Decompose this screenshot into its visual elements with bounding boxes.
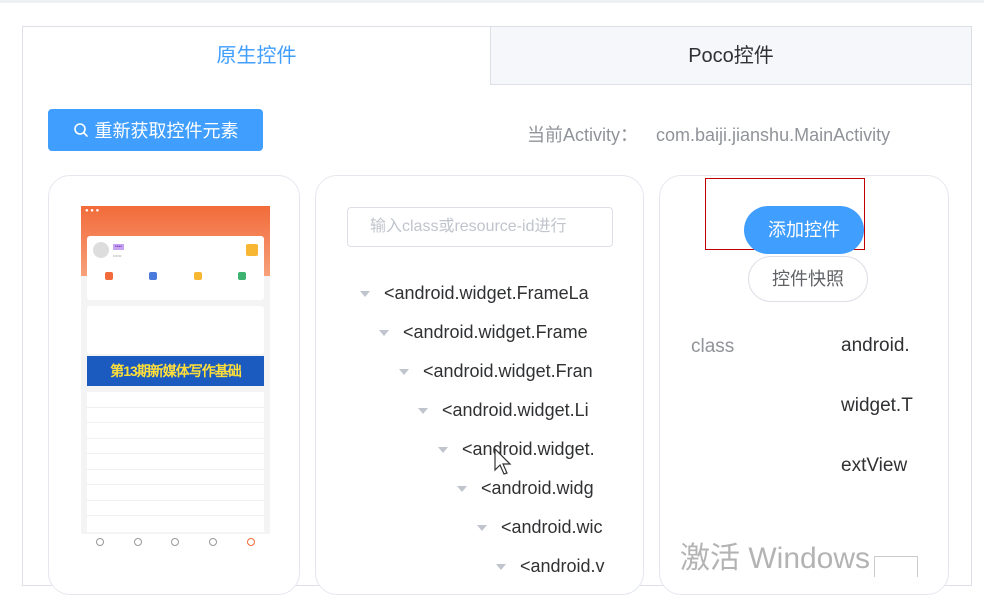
tab-bar: 原生控件 Poco控件 bbox=[23, 27, 971, 86]
phone-like-icon bbox=[193, 272, 202, 280]
element-detail-card: 添加控件 控件快照 class android.widget.TextView bbox=[659, 175, 949, 595]
caret-down-icon[interactable] bbox=[360, 291, 370, 298]
phone-tab-icon bbox=[171, 538, 180, 546]
tree-node-label: <android.widget. bbox=[462, 439, 595, 459]
tab-poco-widgets[interactable]: Poco控件 bbox=[490, 27, 971, 85]
phone-list-item bbox=[87, 454, 264, 470]
phone-shortcut-icons bbox=[87, 272, 264, 280]
tree-node[interactable]: <android.widget.FrameLa bbox=[360, 280, 589, 307]
tree-node[interactable]: <android.widget.Frame bbox=[379, 318, 588, 346]
tree-node[interactable]: <android.widget. bbox=[438, 435, 595, 463]
phone-list-item bbox=[87, 501, 264, 516]
search-icon bbox=[73, 123, 88, 137]
phone-user-subtitle: •••••• bbox=[113, 253, 122, 258]
phone-list-item bbox=[87, 423, 264, 439]
widget-snapshot-button[interactable]: 控件快照 bbox=[748, 256, 868, 302]
phone-list-item bbox=[87, 485, 264, 501]
caret-down-icon[interactable] bbox=[399, 369, 409, 376]
caret-down-icon[interactable] bbox=[457, 486, 467, 493]
element-tree: <android.widget.FrameLa <android.widget.… bbox=[316, 280, 613, 594]
add-widget-button[interactable]: 添加控件 bbox=[744, 206, 864, 254]
phone-tab-icon bbox=[209, 538, 218, 546]
tree-node-label: <android.widget.FrameLa bbox=[384, 283, 589, 303]
phone-tab-icon bbox=[247, 538, 256, 546]
tree-node-label: <android.widg bbox=[481, 478, 594, 498]
phone-post-icon bbox=[149, 272, 158, 280]
activate-windows-watermark: 激活 Windows bbox=[680, 542, 871, 575]
phone-menu-list bbox=[87, 392, 264, 532]
phone-list-item bbox=[87, 470, 264, 485]
activity-value: com.baiji.jianshu.MainActivity bbox=[656, 125, 891, 145]
phone-gift-icon bbox=[246, 244, 258, 256]
phone-username: •••• bbox=[113, 244, 125, 250]
tree-node-label: <android.widget.Frame bbox=[403, 322, 588, 342]
phone-list-item bbox=[87, 439, 264, 454]
element-tree-card: 输入class或resource-id进行 <android.widget.Fr… bbox=[315, 175, 644, 595]
tree-node-label: <android.v bbox=[520, 556, 605, 576]
phone-avatar bbox=[93, 242, 109, 258]
tree-node[interactable]: <android.widget.Fran bbox=[399, 357, 593, 385]
tree-node-label: <android.wic bbox=[501, 517, 603, 537]
caret-down-icon[interactable] bbox=[496, 564, 506, 571]
top-divider bbox=[0, 0, 984, 3]
phone-assets-row bbox=[87, 306, 264, 354]
phone-list-item bbox=[87, 392, 264, 408]
device-screenshot[interactable]: ● ● ● •••• •••••• 第13期新媒体写作基础 bbox=[81, 206, 270, 550]
phone-status-bar: ● ● ● bbox=[85, 208, 100, 214]
tree-node-label: <android.widget.Fran bbox=[423, 361, 593, 381]
inspector-panel: 原生控件 Poco控件 重新获取控件元素 当前Activity： com.baij… bbox=[22, 26, 972, 595]
attr-value-class: android.widget.TextView bbox=[841, 335, 913, 476]
tree-node[interactable]: <android.widg bbox=[457, 474, 594, 502]
phone-collect-icon bbox=[237, 272, 246, 280]
tree-node-label: <android.widget.Li bbox=[442, 400, 589, 420]
activity-label: 当前Activity： bbox=[527, 125, 639, 145]
refresh-elements-label: 重新获取控件元素 bbox=[94, 121, 239, 141]
phone-article-icon bbox=[105, 272, 114, 280]
caret-down-icon[interactable] bbox=[379, 330, 389, 337]
attr-key-class: class bbox=[691, 336, 735, 357]
phone-bottom-tabbar bbox=[81, 534, 270, 550]
tree-node[interactable]: <android.widget.Li bbox=[418, 396, 589, 424]
tab-native-widgets[interactable]: 原生控件 bbox=[23, 27, 490, 85]
phone-list-item bbox=[87, 408, 264, 423]
caret-down-icon[interactable] bbox=[438, 447, 448, 454]
caret-down-icon[interactable] bbox=[477, 525, 487, 532]
current-activity: 当前Activity： com.baiji.jianshu.MainActivit… bbox=[527, 121, 890, 147]
phone-banner: 第13期新媒体写作基础 bbox=[87, 356, 264, 386]
caret-down-icon[interactable] bbox=[418, 408, 428, 415]
device-screenshot-card: ● ● ● •••• •••••• 第13期新媒体写作基础 bbox=[48, 175, 300, 595]
phone-tab-icon bbox=[133, 538, 142, 546]
mouse-pointer-icon bbox=[494, 448, 512, 475]
tree-search-input[interactable]: 输入class或resource-id进行 bbox=[347, 207, 613, 247]
tree-node[interactable]: <android.v bbox=[496, 552, 605, 580]
refresh-elements-button[interactable]: 重新获取控件元素 bbox=[48, 109, 263, 151]
phone-tab-icon bbox=[95, 538, 104, 546]
tree-node[interactable]: <android.wic bbox=[477, 513, 603, 541]
phone-profile-card: •••• •••••• bbox=[87, 236, 264, 300]
